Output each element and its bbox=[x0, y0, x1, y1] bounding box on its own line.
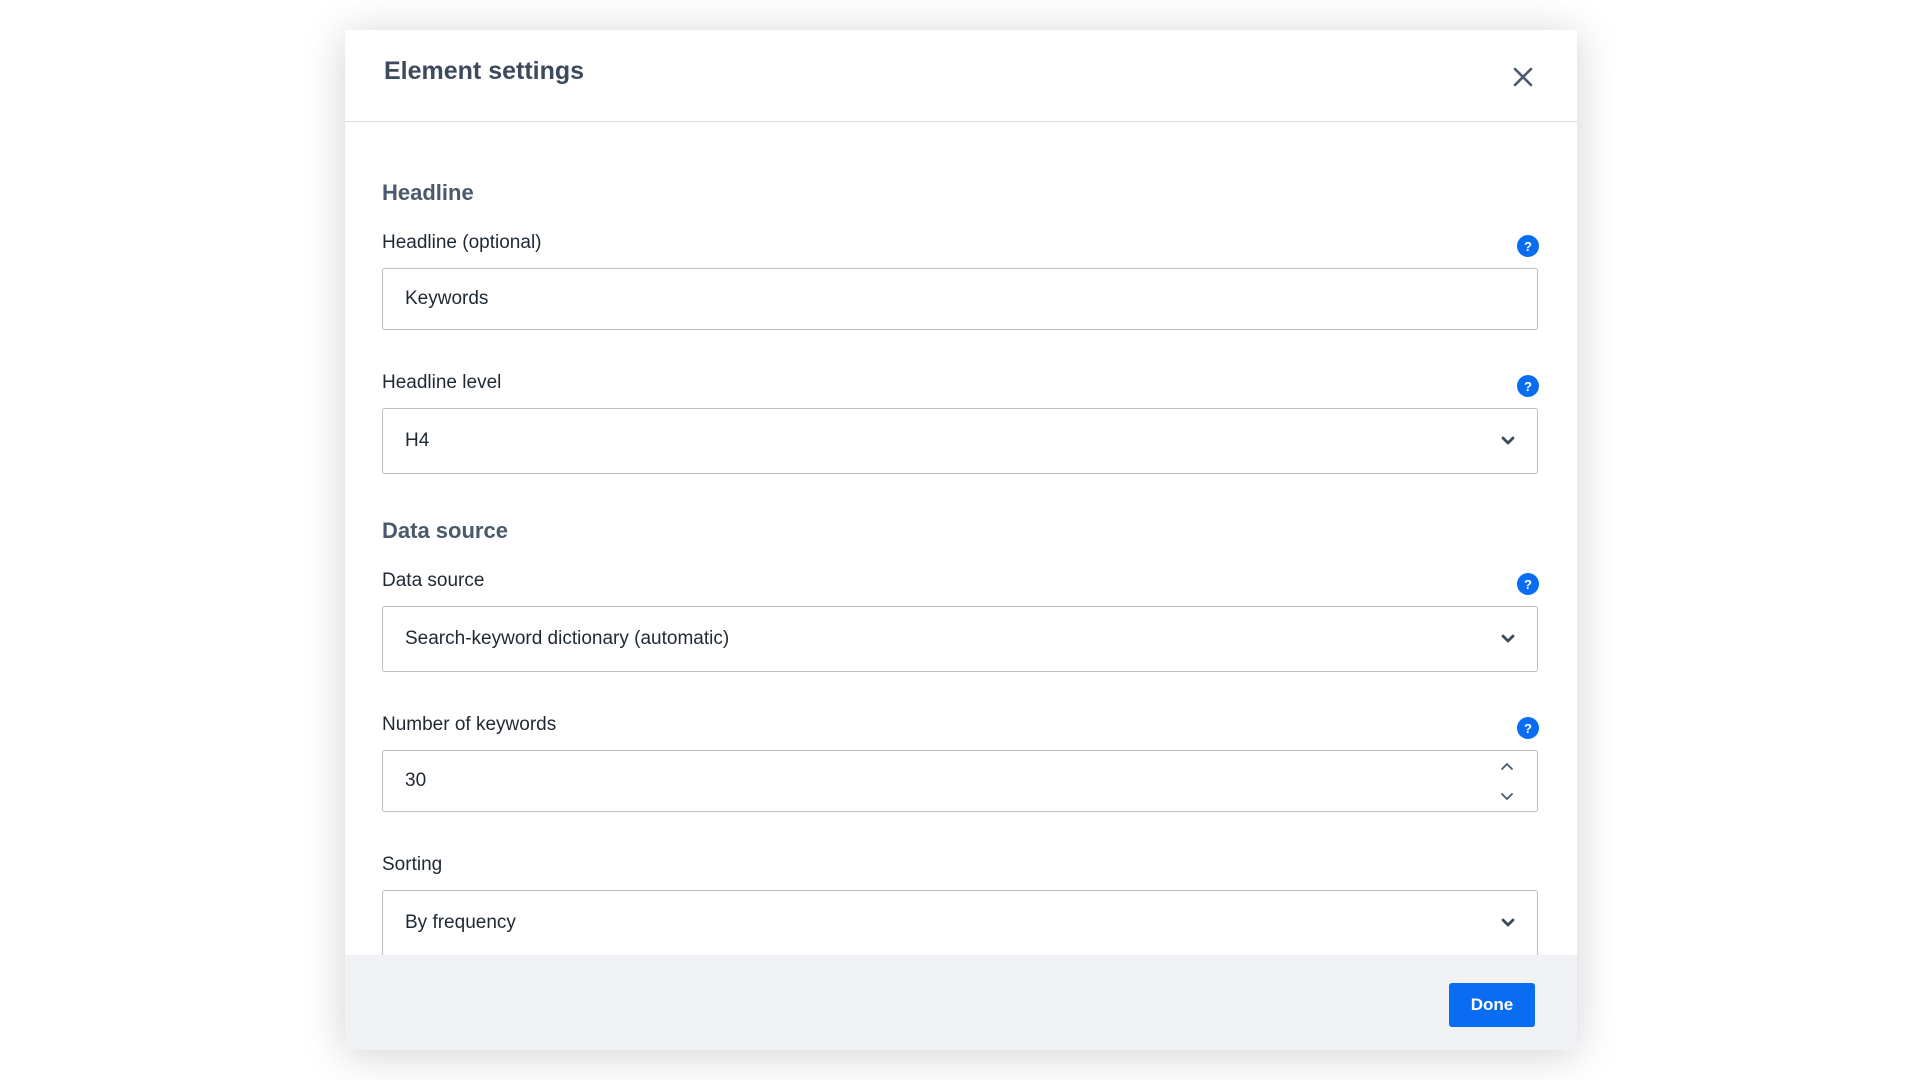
headline-label: Headline (optional) bbox=[382, 232, 542, 253]
sorting-select[interactable]: By frequency bbox=[382, 890, 1538, 956]
section-title-data-source: Data source bbox=[382, 518, 508, 543]
chevron-down-icon bbox=[1501, 918, 1515, 928]
stepper-down-button[interactable] bbox=[1497, 787, 1517, 805]
close-button[interactable] bbox=[1509, 63, 1537, 91]
headline-input[interactable] bbox=[382, 268, 1538, 330]
quantity-stepper[interactable] bbox=[1497, 757, 1517, 805]
dialog-title: Element settings bbox=[384, 57, 585, 85]
headline-level-help-icon[interactable]: ? bbox=[1517, 375, 1539, 397]
data-source-value: Search-keyword dictionary (automatic) bbox=[405, 628, 730, 649]
chevron-down-icon bbox=[1501, 792, 1513, 800]
close-icon bbox=[1513, 67, 1533, 87]
chevron-down-icon bbox=[1501, 634, 1515, 644]
sorting-label: Sorting bbox=[382, 854, 443, 875]
headline-level-label: Headline level bbox=[382, 372, 502, 393]
headline-level-select[interactable]: H4 bbox=[382, 408, 1538, 474]
stepper-up-button[interactable] bbox=[1497, 757, 1517, 775]
headline-level-value: H4 bbox=[405, 430, 430, 451]
data-source-help-icon[interactable]: ? bbox=[1517, 573, 1539, 595]
dialog-header: Element settings bbox=[345, 30, 1577, 122]
headline-help-icon[interactable]: ? bbox=[1517, 235, 1539, 257]
element-settings-dialog: Element settings Headline Headline (opti… bbox=[345, 30, 1577, 1050]
data-source-label: Data source bbox=[382, 570, 485, 591]
sorting-value: By frequency bbox=[405, 912, 516, 933]
keyword-count-field[interactable] bbox=[405, 770, 1537, 792]
section-title-headline: Headline bbox=[382, 180, 474, 205]
done-button[interactable]: Done bbox=[1449, 983, 1535, 1027]
data-source-select[interactable]: Search-keyword dictionary (automatic) bbox=[382, 606, 1538, 672]
dialog-footer: Done bbox=[345, 955, 1577, 1050]
chevron-down-icon bbox=[1501, 436, 1515, 446]
headline-input-field[interactable] bbox=[405, 288, 1537, 310]
keyword-count-label: Number of keywords bbox=[382, 714, 557, 735]
keyword-count-input[interactable] bbox=[382, 750, 1538, 812]
keyword-count-help-icon[interactable]: ? bbox=[1517, 717, 1539, 739]
chevron-up-icon bbox=[1501, 762, 1513, 770]
